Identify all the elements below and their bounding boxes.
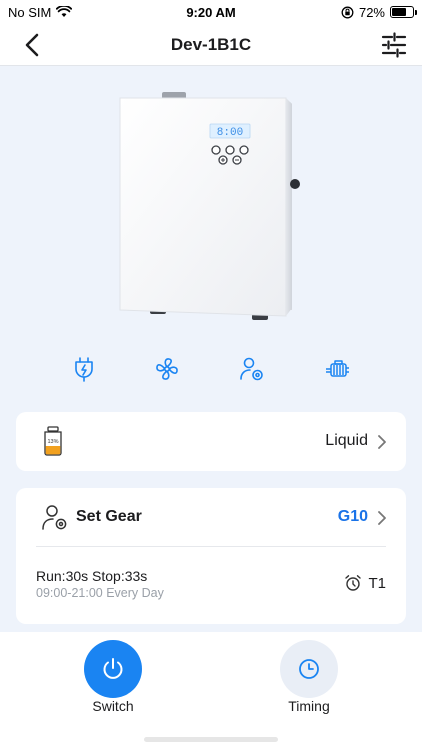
liquid-bottle-icon: 13%: [44, 426, 62, 456]
clock-icon: [299, 659, 319, 679]
switch-button[interactable]: [84, 640, 142, 698]
user-settings-icon[interactable]: [239, 356, 265, 382]
user-settings-icon: [42, 505, 67, 530]
device-display-text: 8:00: [217, 127, 243, 139]
alarm-clock-icon: [345, 575, 361, 591]
diffuser-illustration: 8:00: [119, 92, 300, 320]
page-title: Dev-1B1C: [170, 34, 252, 54]
nav-bar: Dev-1B1C: [0, 24, 422, 66]
battery-percent: 72%: [358, 4, 385, 20]
gear-card: Set Gear G10 Run:30s Stop:33s 09:00-21:0…: [16, 488, 406, 624]
chevron-left-icon[interactable]: [20, 32, 46, 58]
schedule-text: 09:00-21:00 Every Day: [36, 586, 164, 600]
liquid-badge: 13%: [47, 439, 58, 445]
chevron-right-icon: [378, 511, 386, 525]
status-left: No SIM: [8, 4, 73, 20]
device-image: 8:00: [114, 86, 314, 322]
home-indicator: [144, 737, 278, 742]
battery-icon: [390, 6, 417, 18]
switch-label: Switch: [92, 698, 134, 714]
power-icon: [103, 658, 123, 679]
status-bar: No SIM 9:20 AM 72%: [0, 0, 422, 24]
liquid-value: Liquid: [325, 432, 368, 449]
timing-button[interactable]: [280, 640, 338, 698]
run-stop-text: Run:30s Stop:33s: [36, 568, 148, 584]
power-plug-icon[interactable]: [71, 356, 97, 382]
bottom-bar: Switch Timing: [0, 632, 422, 750]
feature-row: [0, 354, 422, 384]
carrier-label: No SIM: [8, 4, 52, 20]
pump-icon[interactable]: [324, 356, 350, 382]
timer-label: T1: [368, 575, 386, 592]
chevron-right-icon: [378, 435, 386, 449]
status-right: 72%: [341, 4, 417, 20]
timing-label: Timing: [288, 698, 330, 714]
orientation-lock-icon: [341, 6, 354, 18]
set-gear-label: Set Gear: [76, 508, 142, 525]
battery-fill: [392, 8, 407, 16]
liquid-card[interactable]: 13% Liquid: [16, 412, 406, 471]
wifi-icon: [56, 6, 73, 17]
set-gear-row[interactable]: Set Gear G10: [16, 488, 406, 546]
fan-icon[interactable]: [154, 356, 180, 382]
sliders-icon[interactable]: [380, 31, 408, 59]
gear-value: G10: [337, 508, 368, 525]
